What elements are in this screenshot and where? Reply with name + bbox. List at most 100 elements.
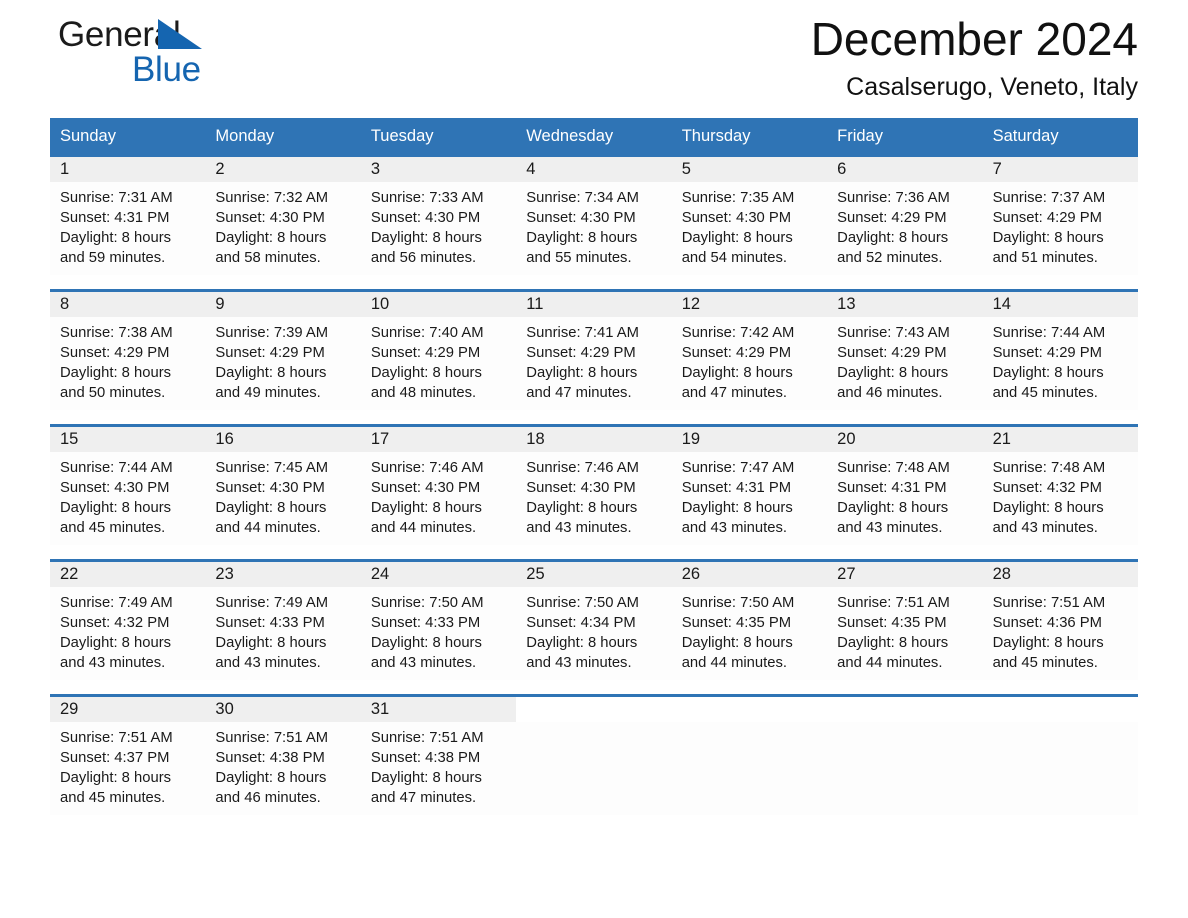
daylight-text-line2: and 48 minutes. — [370, 385, 477, 401]
day-cell[interactable]: 20 Sunrise: 7:48 AM Sunset: 4:31 PM Dayl… — [827, 427, 983, 545]
day-details: Sunrise: 7:35 AM Sunset: 4:30 PM Dayligh… — [672, 182, 827, 268]
day-number: 4 — [526, 160, 536, 178]
sunset-text: Sunset: 4:33 PM — [215, 615, 325, 631]
daylight-text-line2: and 43 minutes. — [60, 655, 166, 671]
day-details: Sunrise: 7:36 AM Sunset: 4:29 PM Dayligh… — [827, 182, 982, 268]
week-spacer — [50, 410, 1138, 424]
daylight-text-line1: Daylight: 8 hours — [370, 500, 482, 516]
day-cell[interactable]: 5 Sunrise: 7:35 AM Sunset: 4:30 PM Dayli… — [671, 157, 828, 275]
day-cell[interactable]: 25 Sunrise: 7:50 AM Sunset: 4:34 PM Dayl… — [516, 562, 672, 680]
day-cell[interactable]: 13 Sunrise: 7:43 AM Sunset: 4:29 PM Dayl… — [827, 292, 983, 410]
sunset-text: Sunset: 4:29 PM — [681, 345, 792, 361]
day-number: 18 — [526, 430, 545, 448]
daylight-text-line2: and 47 minutes. — [681, 385, 787, 401]
day-number-band: 27 — [827, 562, 983, 587]
daylight-text-line2: and 44 minutes. — [215, 520, 321, 536]
sunset-text: Sunset: 4:29 PM — [992, 210, 1102, 226]
daylight-text-line2: and 58 minutes. — [215, 250, 321, 266]
daylight-text-line1: Daylight: 8 hours — [215, 770, 327, 786]
sunrise-text: Sunrise: 7:49 AM — [60, 595, 173, 611]
day-cell[interactable]: 4 Sunrise: 7:34 AM Sunset: 4:30 PM Dayli… — [516, 157, 672, 275]
day-number-band: 22 — [50, 562, 206, 587]
day-number-band: 3 — [360, 157, 517, 182]
sunset-text: Sunset: 4:29 PM — [526, 345, 636, 361]
day-number: 8 — [60, 295, 70, 313]
day-cell[interactable]: 11 Sunrise: 7:41 AM Sunset: 4:29 PM Dayl… — [516, 292, 672, 410]
day-cell[interactable]: 28 Sunrise: 7:51 AM Sunset: 4:36 PM Dayl… — [982, 562, 1138, 680]
sunset-text: Sunset: 4:33 PM — [370, 615, 481, 631]
day-cell-empty — [982, 697, 1138, 815]
sunset-text: Sunset: 4:31 PM — [60, 210, 170, 226]
day-cell[interactable]: 8 Sunrise: 7:38 AM Sunset: 4:29 PM Dayli… — [50, 292, 206, 410]
day-number-band: 9 — [205, 292, 361, 317]
sunset-text: Sunset: 4:38 PM — [215, 750, 325, 766]
day-cell[interactable]: 17 Sunrise: 7:46 AM Sunset: 4:30 PM Dayl… — [360, 427, 517, 545]
day-number-band: 4 — [516, 157, 672, 182]
day-cell[interactable]: 23 Sunrise: 7:49 AM Sunset: 4:33 PM Dayl… — [205, 562, 361, 680]
day-cell[interactable]: 1 Sunrise: 7:31 AM Sunset: 4:31 PM Dayli… — [50, 157, 206, 275]
day-cell[interactable]: 7 Sunrise: 7:37 AM Sunset: 4:29 PM Dayli… — [982, 157, 1138, 275]
day-cell[interactable]: 14 Sunrise: 7:44 AM Sunset: 4:29 PM Dayl… — [982, 292, 1138, 410]
daylight-text-line2: and 55 minutes. — [526, 250, 632, 266]
day-number-band: 14 — [982, 292, 1138, 317]
day-cell[interactable]: 24 Sunrise: 7:50 AM Sunset: 4:33 PM Dayl… — [360, 562, 517, 680]
week-spacer — [50, 680, 1138, 694]
day-cell[interactable]: 15 Sunrise: 7:44 AM Sunset: 4:30 PM Dayl… — [50, 427, 206, 545]
sunset-text: Sunset: 4:34 PM — [526, 615, 636, 631]
day-number-band: 28 — [982, 562, 1138, 587]
daylight-text-line2: and 47 minutes. — [526, 385, 632, 401]
daylight-text-line2: and 50 minutes. — [60, 385, 166, 401]
week-row: 8 Sunrise: 7:38 AM Sunset: 4:29 PM Dayli… — [50, 289, 1138, 410]
sunset-text: Sunset: 4:36 PM — [992, 615, 1102, 631]
weekday-sunday: Sunday — [60, 127, 116, 145]
day-number-band: 25 — [516, 562, 672, 587]
day-details: Sunrise: 7:31 AM Sunset: 4:31 PM Dayligh… — [50, 182, 205, 268]
weekday-thursday: Thursday — [681, 127, 751, 145]
daylight-text-line2: and 47 minutes. — [370, 790, 477, 806]
week-spacer — [50, 545, 1138, 559]
sunset-text: Sunset: 4:29 PM — [992, 345, 1102, 361]
day-details: Sunrise: 7:32 AM Sunset: 4:30 PM Dayligh… — [205, 182, 360, 268]
daylight-text-line1: Daylight: 8 hours — [60, 770, 172, 786]
day-cell[interactable]: 22 Sunrise: 7:49 AM Sunset: 4:32 PM Dayl… — [50, 562, 206, 680]
daylight-text-line1: Daylight: 8 hours — [526, 365, 638, 381]
day-cell[interactable]: 19 Sunrise: 7:47 AM Sunset: 4:31 PM Dayl… — [671, 427, 828, 545]
day-details: Sunrise: 7:43 AM Sunset: 4:29 PM Dayligh… — [827, 317, 982, 403]
sunset-text: Sunset: 4:38 PM — [370, 750, 481, 766]
day-details: Sunrise: 7:41 AM Sunset: 4:29 PM Dayligh… — [516, 317, 671, 403]
day-cell[interactable]: 31 Sunrise: 7:51 AM Sunset: 4:38 PM Dayl… — [360, 697, 517, 815]
day-cell[interactable]: 30 Sunrise: 7:51 AM Sunset: 4:38 PM Dayl… — [205, 697, 361, 815]
day-cell[interactable]: 29 Sunrise: 7:51 AM Sunset: 4:37 PM Dayl… — [50, 697, 206, 815]
day-details: Sunrise: 7:39 AM Sunset: 4:29 PM Dayligh… — [205, 317, 360, 403]
day-cell[interactable]: 16 Sunrise: 7:45 AM Sunset: 4:30 PM Dayl… — [205, 427, 361, 545]
day-cell[interactable]: 12 Sunrise: 7:42 AM Sunset: 4:29 PM Dayl… — [671, 292, 828, 410]
day-number: 11 — [526, 295, 544, 313]
daylight-text-line2: and 54 minutes. — [681, 250, 787, 266]
daylight-text-line1: Daylight: 8 hours — [370, 230, 482, 246]
day-number: 1 — [60, 160, 70, 178]
day-cell[interactable]: 9 Sunrise: 7:39 AM Sunset: 4:29 PM Dayli… — [205, 292, 361, 410]
sunrise-text: Sunrise: 7:51 AM — [370, 730, 484, 746]
location-subtitle: Casalserugo, Veneto, Italy — [846, 73, 1138, 101]
day-details: Sunrise: 7:49 AM Sunset: 4:33 PM Dayligh… — [205, 587, 360, 673]
daylight-text-line2: and 56 minutes. — [370, 250, 477, 266]
day-number-band: 1 — [50, 157, 206, 182]
day-cell[interactable]: 10 Sunrise: 7:40 AM Sunset: 4:29 PM Dayl… — [360, 292, 517, 410]
day-number: 13 — [837, 295, 856, 313]
day-cell[interactable]: 3 Sunrise: 7:33 AM Sunset: 4:30 PM Dayli… — [360, 157, 517, 275]
day-number: 5 — [681, 160, 691, 178]
day-cell[interactable]: 27 Sunrise: 7:51 AM Sunset: 4:35 PM Dayl… — [827, 562, 983, 680]
day-cell[interactable]: 26 Sunrise: 7:50 AM Sunset: 4:35 PM Dayl… — [671, 562, 828, 680]
sunrise-text: Sunrise: 7:31 AM — [60, 190, 173, 206]
sunrise-text: Sunrise: 7:49 AM — [215, 595, 329, 611]
weekday-saturday: Saturday — [992, 127, 1059, 145]
day-cell[interactable]: 2 Sunrise: 7:32 AM Sunset: 4:30 PM Dayli… — [205, 157, 361, 275]
day-cell[interactable]: 21 Sunrise: 7:48 AM Sunset: 4:32 PM Dayl… — [982, 427, 1138, 545]
day-cell[interactable]: 6 Sunrise: 7:36 AM Sunset: 4:29 PM Dayli… — [827, 157, 983, 275]
weekday-monday: Monday — [215, 127, 275, 145]
daylight-text-line2: and 45 minutes. — [60, 790, 166, 806]
day-cell[interactable]: 18 Sunrise: 7:46 AM Sunset: 4:30 PM Dayl… — [516, 427, 672, 545]
page-header: General Blue December 2024 Casalserugo, … — [50, 0, 1138, 118]
sunset-text: Sunset: 4:32 PM — [992, 480, 1102, 496]
sunrise-text: Sunrise: 7:48 AM — [992, 460, 1106, 476]
